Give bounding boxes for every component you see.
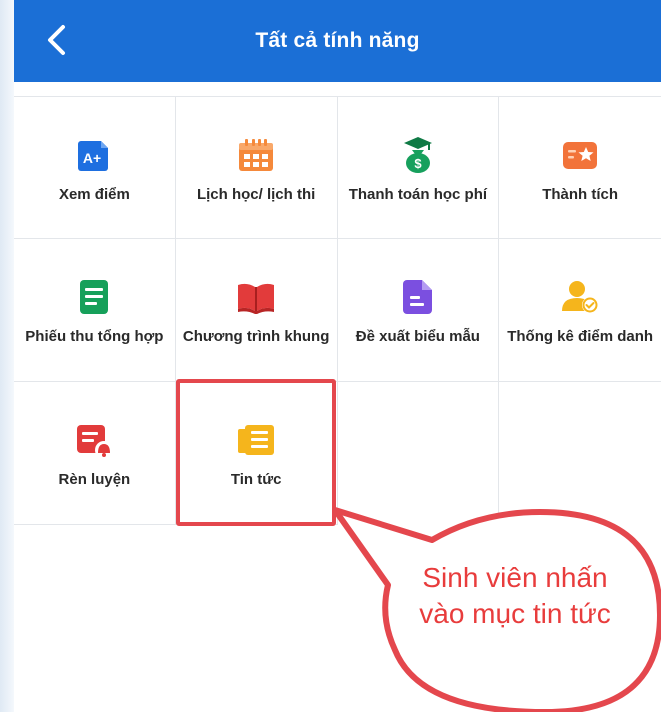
form-document-icon xyxy=(402,280,432,314)
feature-receipts[interactable]: Phiếu thu tổng hợp xyxy=(14,239,176,382)
money-bag-graduation-icon: $ xyxy=(403,137,432,173)
grade-a-plus-icon: A+ xyxy=(78,141,109,171)
back-button[interactable] xyxy=(36,20,76,60)
receipt-document-icon xyxy=(80,280,109,314)
callout-text: Sinh viên nhấn vào mục tin tức xyxy=(419,562,611,629)
feature-curriculum[interactable]: Chương trình khung xyxy=(175,239,338,382)
achievement-star-icon xyxy=(563,142,598,169)
left-edge-strip xyxy=(0,0,14,712)
feature-training[interactable]: Rèn luyện xyxy=(14,382,176,525)
feature-news[interactable]: Tin tức xyxy=(175,382,338,525)
feature-label: Lịch học/ lịch thi xyxy=(196,186,316,203)
feature-grid: A+ Xem điểm Lịch học/ lịch thi $ Thanh t… xyxy=(14,96,661,525)
feature-label: Phiếu thu tổng hợp xyxy=(25,328,164,345)
feature-schedule[interactable]: Lịch học/ lịch thi xyxy=(175,96,338,239)
training-bell-icon xyxy=(77,425,114,459)
feature-achievements[interactable]: Thành tích xyxy=(499,96,661,239)
feature-label: Thanh toán học phí xyxy=(348,186,488,203)
empty-cell xyxy=(338,382,500,525)
app-header: Tất cả tính năng xyxy=(14,0,661,82)
feature-label: Xem điểm xyxy=(58,186,130,203)
open-book-icon xyxy=(238,283,275,314)
svg-text:$: $ xyxy=(414,156,422,171)
calendar-icon xyxy=(239,139,274,171)
svg-text:A+: A+ xyxy=(83,150,101,166)
empty-cell xyxy=(499,382,661,525)
chevron-left-icon xyxy=(48,25,65,55)
feature-label: Đề xuất biểu mẫu xyxy=(355,328,480,345)
page-title: Tất cả tính năng xyxy=(255,29,420,52)
news-icon xyxy=(238,425,275,455)
feature-label: Chương trình khung xyxy=(182,328,330,345)
feature-label: Thành tích xyxy=(542,186,619,203)
feature-grades[interactable]: A+ Xem điểm xyxy=(14,96,176,239)
feature-form-request[interactable]: Đề xuất biểu mẫu xyxy=(337,239,500,382)
user-check-icon xyxy=(562,281,599,313)
feature-label: Thống kê điểm danh xyxy=(507,328,654,345)
feature-label: Rèn luyện xyxy=(58,471,131,488)
feature-tuition-payment[interactable]: $ Thanh toán học phí xyxy=(337,96,500,239)
feature-label: Tin tức xyxy=(230,471,282,488)
feature-attendance-stats[interactable]: Thống kê điểm danh xyxy=(499,239,661,382)
